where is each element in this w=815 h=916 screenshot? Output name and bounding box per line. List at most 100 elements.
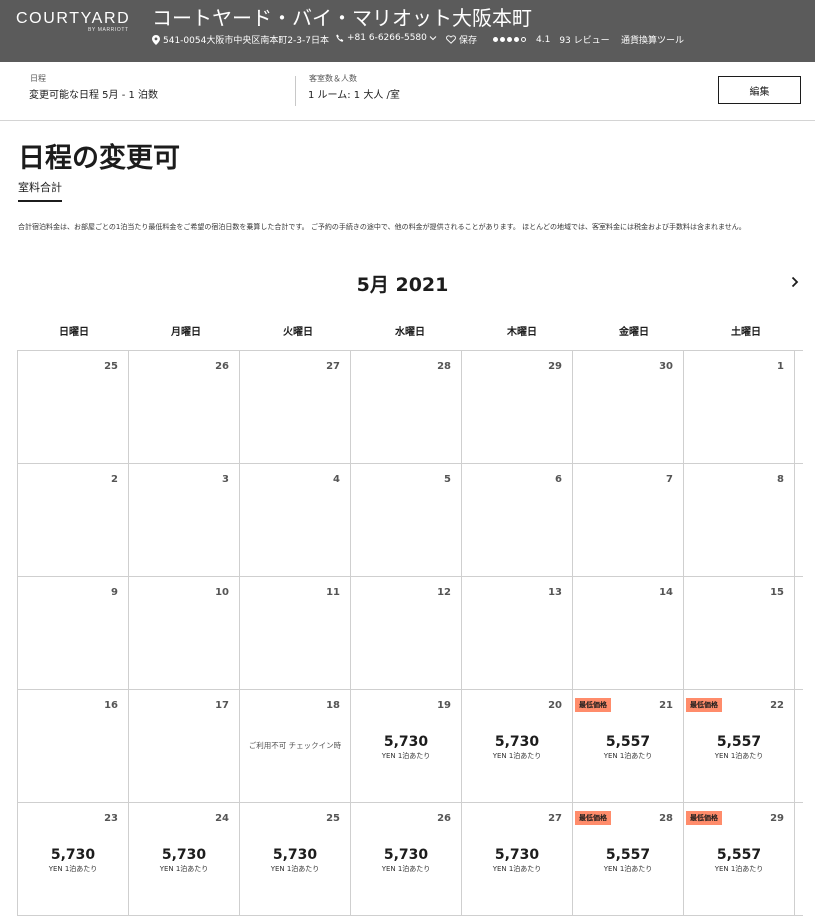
page-title: 日程の変更可 xyxy=(18,143,180,174)
calendar-day-cell[interactable]: 11 xyxy=(240,577,351,689)
calendar-day-cell[interactable]: 8 xyxy=(684,464,795,576)
calendar-day-cell[interactable]: 18 ご利用不可 チェックイン時 xyxy=(240,690,351,802)
calendar-day-cell[interactable]: 4 xyxy=(240,464,351,576)
calendar-day-cell[interactable]: 29 最低価格 5,557 YEN 1泊あたり xyxy=(684,803,795,915)
price-unit: YEN 1泊あたり xyxy=(48,865,98,873)
rating-dot-full xyxy=(514,37,519,42)
nightly-price: 5,730 xyxy=(50,847,96,863)
day-number: 26 xyxy=(215,361,229,372)
rate-disclaimer: 合計宿泊料金は、お部屋ごとの1泊当たり最低料金をご希望の宿泊日数を乗算した合計で… xyxy=(18,223,746,231)
calendar-day-cell[interactable]: 27 5,730 YEN 1泊あたり xyxy=(462,803,573,915)
day-number: 15 xyxy=(770,587,784,598)
calendar-day-cell[interactable]: 13 xyxy=(462,577,573,689)
calendar-day-cell[interactable]: 25 5,730 YEN 1泊あたり xyxy=(240,803,351,915)
day-number: 16 xyxy=(104,700,118,711)
day-number: 5 xyxy=(444,474,451,485)
day-number: 19 xyxy=(437,700,451,711)
calendar-week-row: 23 5,730 YEN 1泊あたり 24 5,730 YEN 1泊あたり 25 5,730 Y… xyxy=(18,803,803,916)
address-link[interactable]: 541-0054大阪市中央区南本町2-3-7日本 xyxy=(152,33,329,46)
calendar-day-cell[interactable]: 15 xyxy=(684,577,795,689)
calendar-day-cell[interactable]: 9 xyxy=(18,577,129,689)
tab-total-rate[interactable]: 室料合計 xyxy=(18,179,62,202)
calendar-day-cell[interactable]: 16 xyxy=(18,690,129,802)
price-unit: YEN 1泊あたり xyxy=(381,752,431,760)
phone-text: +81 6-6266-5580 xyxy=(347,33,427,43)
save-label: 保存 xyxy=(459,36,478,46)
currency-converter-link[interactable]: 通貨換算ツール xyxy=(621,33,684,46)
day-number: 23 xyxy=(104,813,118,824)
next-month-button[interactable] xyxy=(791,274,799,292)
calendar-day-cell[interactable]: 22 最低価格 5,557 YEN 1泊あたり xyxy=(684,690,795,802)
calendar-day-cell[interactable]: 1 xyxy=(684,351,795,463)
calendar-day-cell[interactable]: 19 5,730 YEN 1泊あたり xyxy=(351,690,462,802)
calendar-day-cell[interactable]: 30 xyxy=(573,351,684,463)
calendar-day-cell[interactable]: 25 xyxy=(18,351,129,463)
nightly-price: 5,730 xyxy=(494,847,540,863)
hotel-name: コートヤード・バイ・マリオット大阪本町 xyxy=(152,6,532,30)
address-text: 541-0054大阪市中央区南本町2-3-7日本 xyxy=(163,36,330,46)
heart-icon xyxy=(446,35,456,44)
brand-logo[interactable]: COURTYARD xyxy=(16,10,130,28)
calendar-day-cell[interactable]: 6 xyxy=(462,464,573,576)
pin-icon xyxy=(152,34,160,45)
calendar-day-cell[interactable]: 27 xyxy=(240,351,351,463)
day-number: 7 xyxy=(666,474,673,485)
weekday-label: 水曜日 xyxy=(395,327,425,338)
calendar-grid: 25 26 27 28 29 30 1 2 3 4 5 6 7 8 9 10 11 12 13 14 15 16 17 18 ご… xyxy=(17,350,803,916)
calendar-day-cell[interactable]: 23 5,730 YEN 1泊あたり xyxy=(18,803,129,915)
calendar-day-cell[interactable]: 26 5,730 YEN 1泊あたり xyxy=(351,803,462,915)
phone-link[interactable]: +81 6-6266-5580 xyxy=(336,33,437,43)
weekday-label: 木曜日 xyxy=(507,327,537,338)
calendar-day-cell[interactable]: 3 xyxy=(129,464,240,576)
lowest-price-badge: 最低価格 xyxy=(686,811,722,825)
day-number: 21 xyxy=(659,700,673,711)
day-number: 29 xyxy=(548,361,562,372)
dates-label: 日程 xyxy=(30,74,46,83)
guests-value: 1 ルーム: 1 大人 /室 xyxy=(308,90,400,101)
phone-icon xyxy=(336,34,344,42)
rating-reviews-link[interactable]: 4.1 93 レビュー xyxy=(493,33,610,46)
calendar-day-cell[interactable]: 28 最低価格 5,557 YEN 1泊あたり xyxy=(573,803,684,915)
weekday-label: 日曜日 xyxy=(59,327,89,338)
calendar-day-cell[interactable]: 14 xyxy=(573,577,684,689)
calendar-day-cell[interactable]: 10 xyxy=(129,577,240,689)
calendar-day-cell[interactable]: 12 xyxy=(351,577,462,689)
calendar-day-cell[interactable]: 24 5,730 YEN 1泊あたり xyxy=(129,803,240,915)
chevron-down-icon xyxy=(429,36,437,41)
day-number: 27 xyxy=(548,813,562,824)
day-number: 24 xyxy=(215,813,229,824)
day-number: 17 xyxy=(215,700,229,711)
price-unit: YEN 1泊あたり xyxy=(492,752,542,760)
guests-label: 客室数＆人数 xyxy=(309,74,357,83)
calendar-day-cell[interactable]: 21 最低価格 5,557 YEN 1泊あたり xyxy=(573,690,684,802)
calendar-day-cell[interactable]: 17 xyxy=(129,690,240,802)
calendar-day-cell[interactable]: 20 5,730 YEN 1泊あたり xyxy=(462,690,573,802)
day-number: 29 xyxy=(770,813,784,824)
lowest-price-badge: 最低価格 xyxy=(575,698,611,712)
calendar-day-cell[interactable]: 29 xyxy=(462,351,573,463)
weekday-label: 火曜日 xyxy=(283,327,313,338)
nightly-price: 5,557 xyxy=(605,734,651,750)
calendar-day-cell[interactable]: 5 xyxy=(351,464,462,576)
day-number: 10 xyxy=(215,587,229,598)
dates-value: 変更可能な日程 5月 - 1 泊数 xyxy=(29,90,159,101)
price-unit: YEN 1泊あたり xyxy=(603,752,653,760)
day-number: 6 xyxy=(555,474,562,485)
calendar-day-cell[interactable]: 7 xyxy=(573,464,684,576)
day-number: 9 xyxy=(111,587,118,598)
day-number: 14 xyxy=(659,587,673,598)
weekday-label: 金曜日 xyxy=(619,327,649,338)
save-button[interactable]: 保存 xyxy=(446,33,477,46)
weekday-header: 日曜日 月曜日 火曜日 水曜日 木曜日 金曜日 土曜日 xyxy=(18,323,802,338)
nightly-price: 5,557 xyxy=(716,847,762,863)
price-unit: YEN 1泊あたり xyxy=(381,865,431,873)
calendar-day-cell[interactable]: 26 xyxy=(129,351,240,463)
weekday-label: 土曜日 xyxy=(731,327,761,338)
calendar-day-cell[interactable]: 2 xyxy=(18,464,129,576)
day-number: 28 xyxy=(437,361,451,372)
edit-button[interactable]: 編集 xyxy=(718,76,801,104)
rating-dot-full xyxy=(507,37,512,42)
day-number: 12 xyxy=(437,587,451,598)
calendar-day-cell[interactable]: 28 xyxy=(351,351,462,463)
price-unit: YEN 1泊あたり xyxy=(603,865,653,873)
